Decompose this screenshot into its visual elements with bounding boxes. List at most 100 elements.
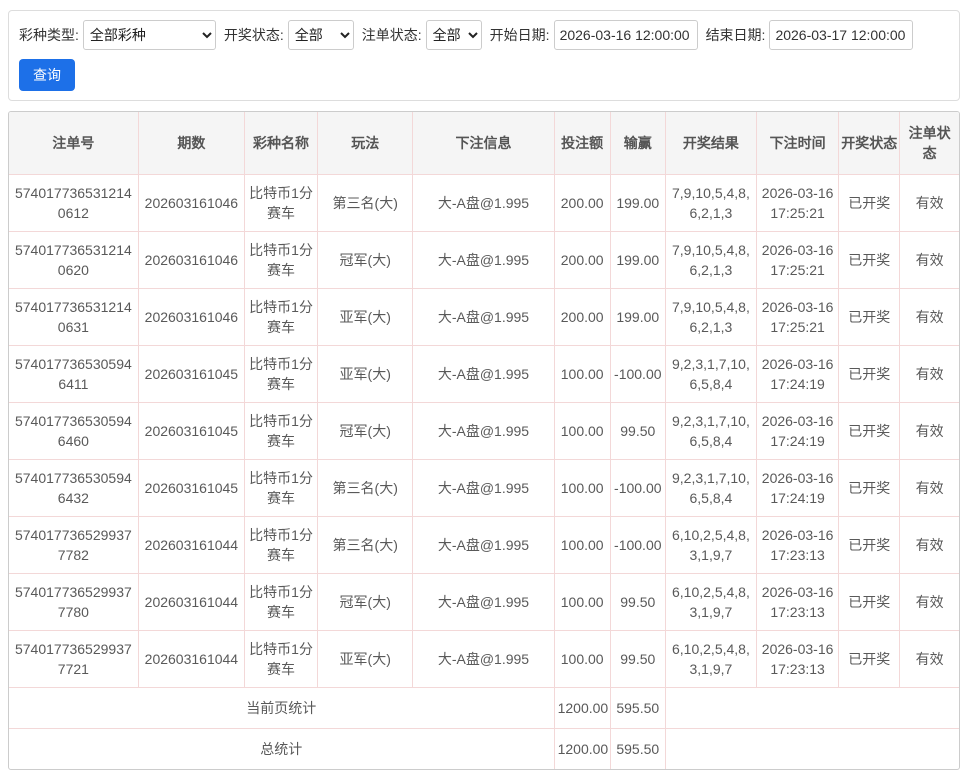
cell: 比特币1分赛车	[244, 288, 319, 346]
cell: 5740177365312140620	[9, 231, 139, 289]
cell: 202603161046	[138, 231, 245, 289]
cell: 199.00	[610, 231, 666, 289]
table-row: 5740177365299377721 202603161044 比特币1分赛车 亚军…	[9, 630, 959, 688]
cell: 已开奖	[838, 174, 901, 232]
cell: 已开奖	[838, 231, 901, 289]
column-header-2: 彩种名称	[244, 112, 319, 175]
lottery-type-select[interactable]: 全部彩种	[82, 20, 216, 50]
column-header-5: 投注额	[554, 112, 611, 175]
cell: 已开奖	[838, 459, 901, 517]
cell: 亚军(大)	[317, 630, 414, 688]
table-row: 5740177365312140631 202603161046 比特币1分赛车 亚军…	[9, 288, 959, 346]
cell: 200.00	[554, 288, 611, 346]
cell: 大-A盘@1.995	[412, 288, 555, 346]
order-status-label: 注单状态:	[361, 27, 422, 43]
filter-row: 彩种类型: 全部彩种 开奖状态: 全部 注单状态: 全部 开始日期: 结束日期:	[19, 20, 949, 50]
cell: 已开奖	[838, 630, 901, 688]
cell: 有效	[899, 630, 959, 688]
page-summary-bet-total: 1200.00	[554, 687, 611, 729]
cell: 202603161045	[138, 345, 245, 403]
grand-summary-label: 总统计	[9, 728, 555, 769]
cell: 比特币1分赛车	[244, 516, 319, 574]
cell: 已开奖	[838, 516, 901, 574]
cell: 9,2,3,1,7,10,6,5,8,4	[665, 459, 758, 517]
cell: 199.00	[610, 288, 666, 346]
column-header-7: 开奖结果	[665, 112, 758, 175]
cell: 9,2,3,1,7,10,6,5,8,4	[665, 402, 758, 460]
lottery-type-label: 彩种类型:	[19, 27, 79, 43]
column-header-6: 输赢	[610, 112, 666, 175]
grand-summary-bet-total: 1200.00	[554, 728, 611, 769]
cell: 202603161044	[138, 630, 245, 688]
end-date-label: 结束日期:	[705, 27, 766, 43]
cell: 冠军(大)	[317, 573, 414, 631]
table-body: 5740177365312140612 202603161046 比特币1分赛车 第三…	[9, 174, 959, 688]
cell: -100.00	[610, 345, 666, 403]
cell: 5740177365305946411	[9, 345, 139, 403]
start-date-input[interactable]	[553, 20, 698, 50]
cell: 比特币1分赛车	[244, 345, 319, 403]
column-header-8: 下注时间	[756, 112, 840, 175]
cell: 5740177365299377780	[9, 573, 139, 631]
start-date-label: 开始日期:	[489, 27, 550, 43]
cell: 5740177365305946432	[9, 459, 139, 517]
cell: 5740177365312140612	[9, 174, 139, 232]
cell: 比特币1分赛车	[244, 630, 319, 688]
table-row: 5740177365305946411 202603161045 比特币1分赛车 亚军…	[9, 345, 959, 403]
cell: 200.00	[554, 174, 611, 232]
grand-summary-winloss-total: 595.50	[610, 728, 666, 769]
cell: 2026-03-16 17:23:13	[756, 516, 840, 574]
header-row: 注单号 期数 彩种名称 玩法 下注信息 投注额 输赢 开奖结果 下注时间 开奖状态 注单状态	[9, 112, 959, 175]
table-row: 5740177365312140620 202603161046 比特币1分赛车 冠军…	[9, 231, 959, 289]
table-row: 5740177365299377782 202603161044 比特币1分赛车 第三…	[9, 516, 959, 574]
cell: 比特币1分赛车	[244, 174, 319, 232]
column-header-10: 注单状态	[899, 112, 959, 175]
search-button[interactable]: 查询	[19, 59, 75, 91]
cell: 比特币1分赛车	[244, 573, 319, 631]
cell: 有效	[899, 573, 959, 631]
cell: 已开奖	[838, 288, 901, 346]
cell: 2026-03-16 17:23:13	[756, 630, 840, 688]
cell: 大-A盘@1.995	[412, 630, 555, 688]
cell: 100.00	[554, 630, 611, 688]
bet-records-table-container: 注单号 期数 彩种名称 玩法 下注信息 投注额 输赢 开奖结果 下注时间 开奖状态 注单状态 574…	[8, 111, 960, 770]
draw-status-label: 开奖状态:	[223, 27, 284, 43]
end-date-input[interactable]	[769, 20, 914, 50]
cell: -100.00	[610, 516, 666, 574]
cell: 202603161044	[138, 573, 245, 631]
page-summary-row: 当前页统计 1200.00 595.50	[9, 687, 959, 729]
cell: 202603161044	[138, 516, 245, 574]
cell: 第三名(大)	[317, 459, 414, 517]
cell: 5740177365312140631	[9, 288, 139, 346]
cell: 有效	[899, 231, 959, 289]
column-header-9: 开奖状态	[838, 112, 901, 175]
cell: 100.00	[554, 402, 611, 460]
table-row: 5740177365305946460 202603161045 比特币1分赛车 冠军…	[9, 402, 959, 460]
cell: 6,10,2,5,4,8,3,1,9,7	[665, 516, 758, 574]
cell: 99.50	[610, 630, 666, 688]
filter-panel: 彩种类型: 全部彩种 开奖状态: 全部 注单状态: 全部 开始日期: 结束日期:…	[8, 10, 960, 101]
cell: 冠军(大)	[317, 231, 414, 289]
cell: 大-A盘@1.995	[412, 174, 555, 232]
draw-status-select[interactable]: 全部	[287, 20, 354, 50]
column-header-4: 下注信息	[412, 112, 555, 175]
cell: 6,10,2,5,4,8,3,1,9,7	[665, 630, 758, 688]
cell: 2026-03-16 17:25:21	[756, 288, 840, 346]
cell: 亚军(大)	[317, 288, 414, 346]
cell: 已开奖	[838, 573, 901, 631]
cell: 100.00	[554, 573, 611, 631]
cell: 199.00	[610, 174, 666, 232]
cell: 5740177365305946460	[9, 402, 139, 460]
cell: 2026-03-16 17:24:19	[756, 402, 840, 460]
cell: 亚军(大)	[317, 345, 414, 403]
column-header-0: 注单号	[9, 112, 139, 175]
order-status-select[interactable]: 全部	[425, 20, 482, 50]
cell: 9,2,3,1,7,10,6,5,8,4	[665, 345, 758, 403]
cell: 100.00	[554, 516, 611, 574]
grand-summary-row: 总统计 1200.00 595.50	[9, 728, 959, 770]
cell: 2026-03-16 17:24:19	[756, 459, 840, 517]
cell: 2026-03-16 17:24:19	[756, 345, 840, 403]
grand-summary-empty-cell	[665, 729, 959, 770]
cell: 有效	[899, 402, 959, 460]
cell: 比特币1分赛车	[244, 459, 319, 517]
